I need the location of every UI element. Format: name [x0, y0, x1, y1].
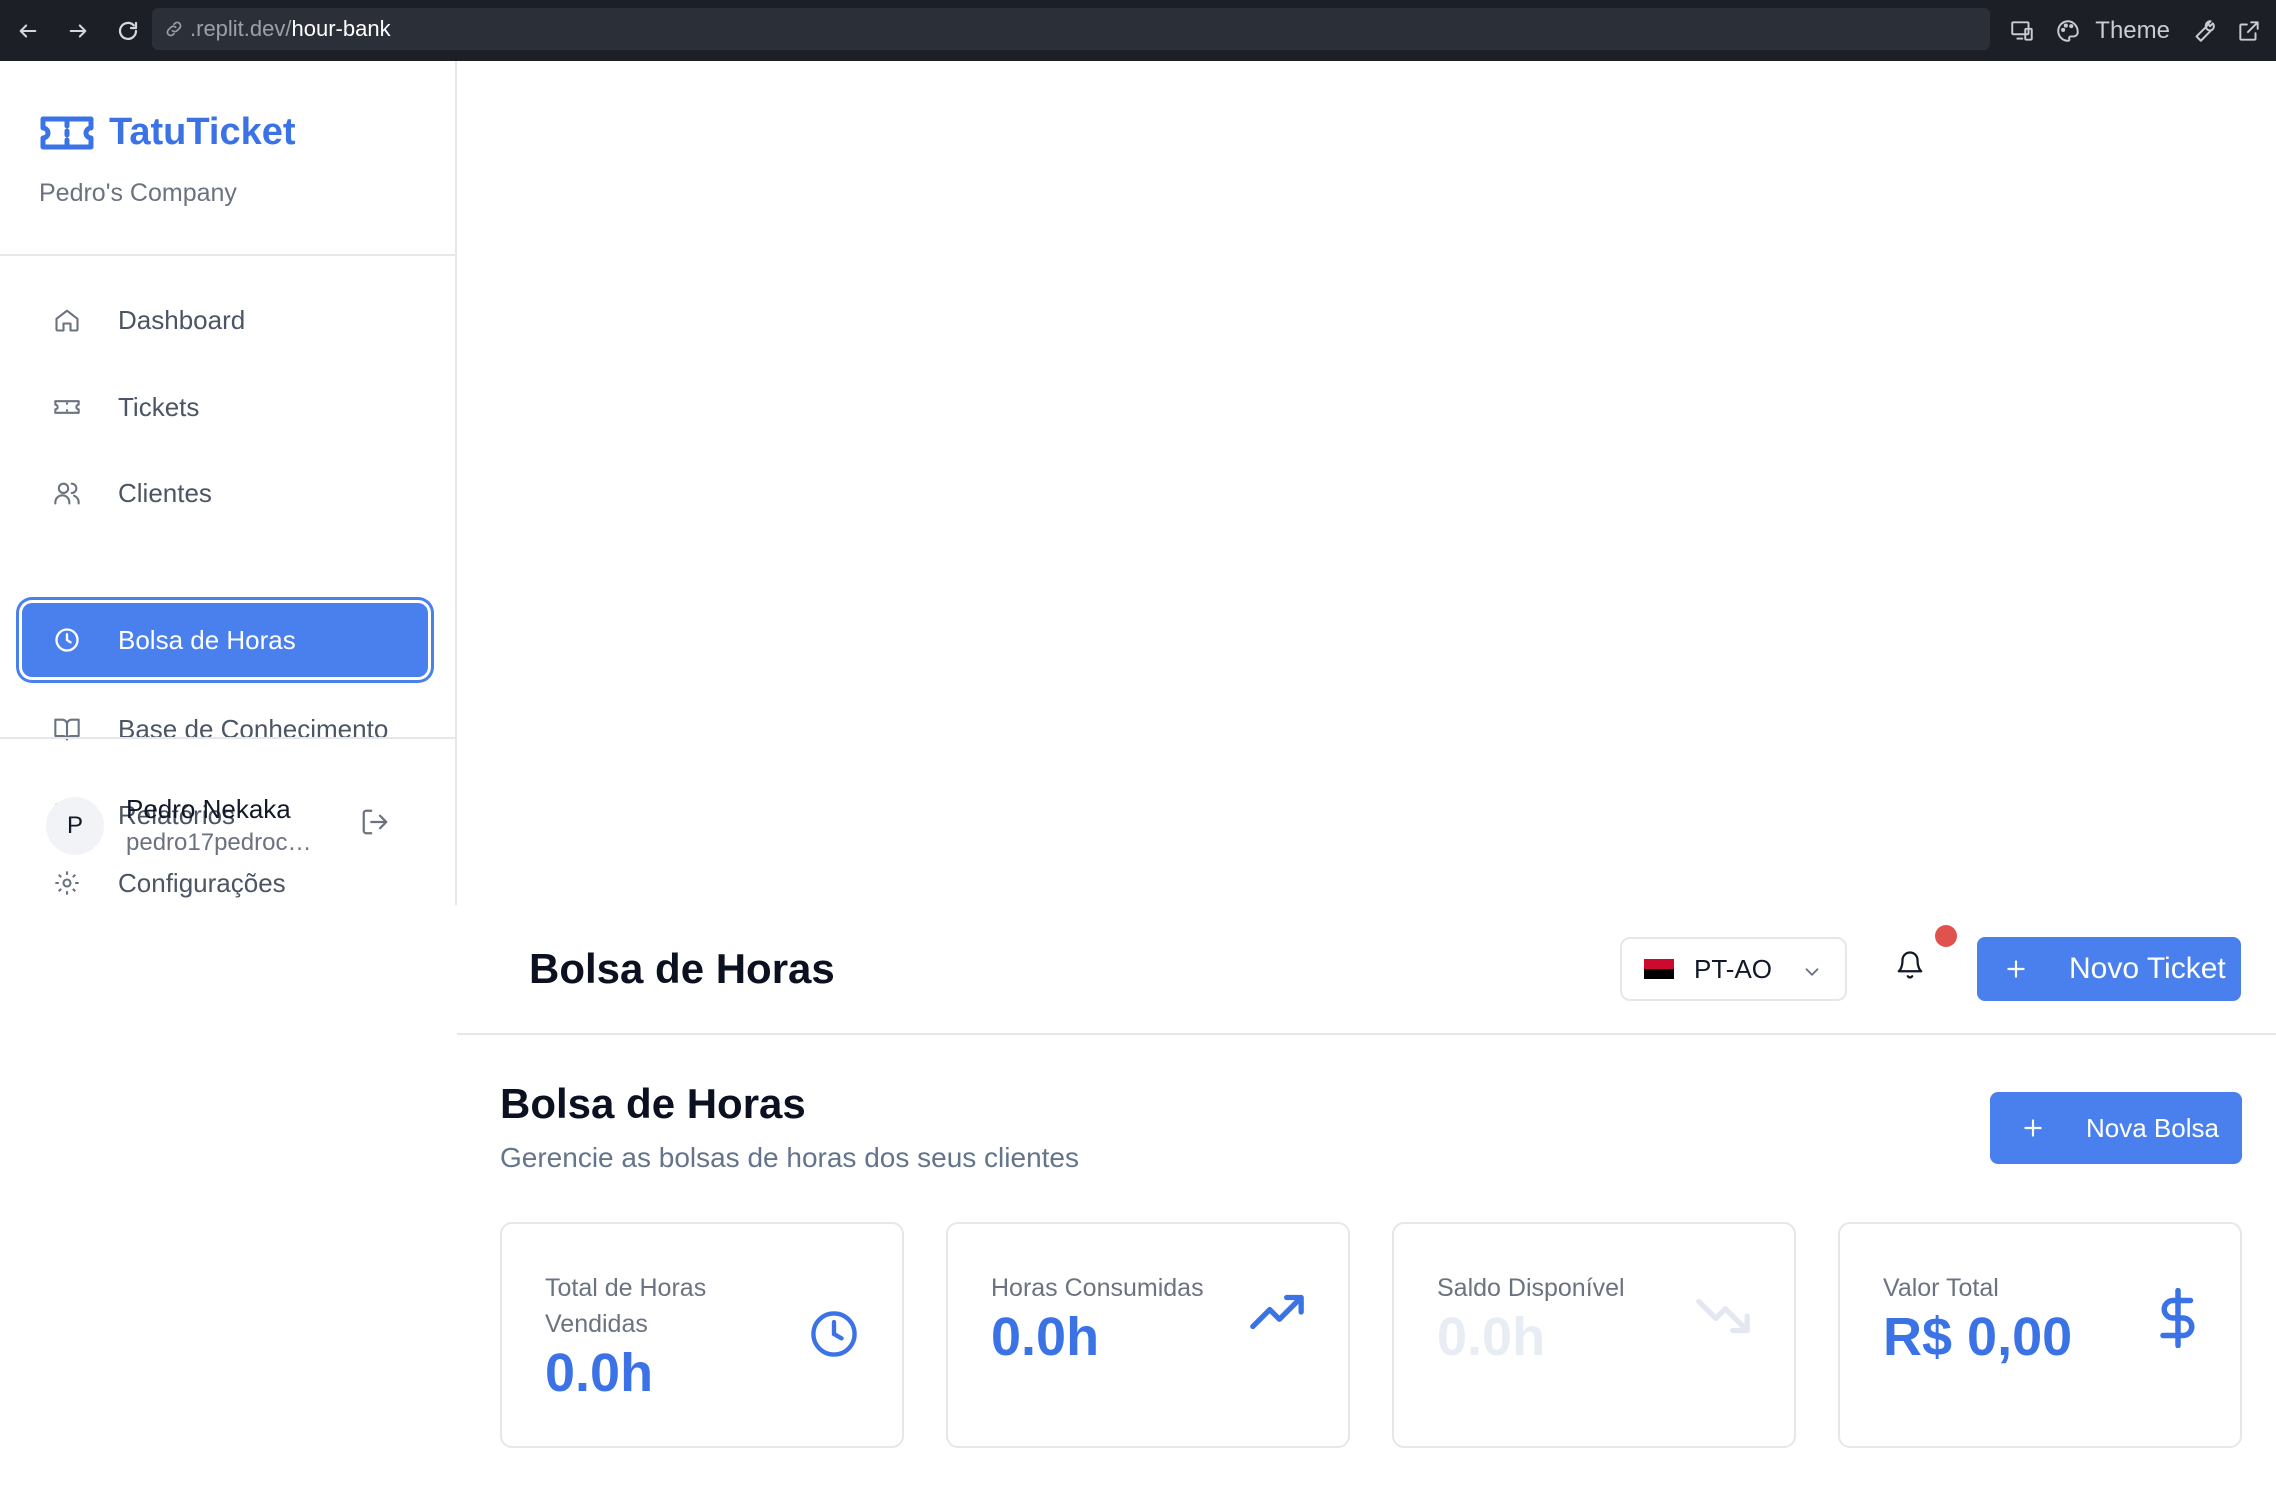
sidebar-item-clientes[interactable]: Clientes	[22, 456, 428, 530]
new-bag-button[interactable]: Nova Bolsa	[1990, 1092, 2242, 1164]
wrench-icon[interactable]	[2190, 18, 2216, 44]
url-path: hour-bank	[291, 16, 391, 41]
new-ticket-label: Novo Ticket	[2069, 952, 2226, 985]
new-bag-label: Nova Bolsa	[2086, 1112, 2219, 1143]
back-icon[interactable]	[14, 17, 42, 45]
brand[interactable]: TatuTicket	[39, 111, 296, 154]
trending-down-icon	[1694, 1296, 1752, 1341]
theme-label: Theme	[2095, 16, 2170, 44]
notification-badge	[1935, 925, 1957, 947]
stat-label: Saldo Disponível	[1437, 1274, 1625, 1302]
sidebar-item-bolsa-de-horas[interactable]: Bolsa de Horas	[22, 603, 428, 677]
browser-nav	[14, 17, 142, 45]
sidebar-item-tickets[interactable]: Tickets	[22, 370, 428, 444]
user-email: pedro17pedroc@...	[126, 829, 316, 856]
users-icon	[52, 478, 82, 508]
user-profile[interactable]: P Pedro Nekaka pedro17pedroc@...	[46, 794, 316, 857]
sidebar-item-label: Tickets	[118, 391, 200, 422]
angola-flag-icon	[1644, 959, 1674, 979]
external-link-icon[interactable]	[2236, 18, 2262, 44]
chevron-down-icon	[1801, 959, 1823, 990]
stat-value: 0.0h	[991, 1307, 1100, 1367]
palette-icon	[2055, 18, 2081, 44]
stat-card-total-hours: Total de Horas Vendidas 0.0h	[500, 1222, 904, 1448]
reload-icon[interactable]	[114, 17, 142, 45]
stat-value: 0.0h	[545, 1343, 654, 1403]
ticket-logo-icon	[39, 113, 95, 153]
user-name: Pedro Nekaka	[126, 794, 291, 824]
new-ticket-button[interactable]: Novo Ticket	[1977, 937, 2241, 1001]
forward-icon[interactable]	[64, 17, 92, 45]
divider	[0, 737, 457, 739]
plus-icon	[2020, 1115, 2046, 1141]
language-select[interactable]: PT-AO	[1620, 937, 1847, 1001]
sidebar-item-label: Bolsa de Horas	[118, 624, 296, 655]
logout-icon[interactable]	[360, 807, 390, 842]
user-info: Pedro Nekaka pedro17pedroc@...	[126, 794, 316, 857]
trending-up-icon	[1248, 1292, 1306, 1337]
company-name: Pedro's Company	[39, 179, 237, 207]
section-title: Bolsa de Horas	[500, 1080, 806, 1127]
home-icon	[52, 305, 82, 335]
stat-card-available-balance: Saldo Disponível 0.0h	[1392, 1222, 1796, 1448]
stat-card-consumed-hours: Horas Consumidas 0.0h	[946, 1222, 1350, 1448]
sidebar-item-label: Dashboard	[118, 304, 246, 335]
sidebar-item-dashboard[interactable]: Dashboard	[22, 283, 428, 357]
url-host: .replit.dev/	[190, 16, 292, 41]
sidebar-item-label: Base de Conhecimento	[118, 713, 389, 744]
dollar-icon	[2158, 1287, 2198, 1353]
stat-label: Horas Consumidas	[991, 1274, 1204, 1302]
book-icon	[52, 714, 82, 744]
sidebar-item-configuracoes[interactable]: Configurações	[22, 865, 428, 901]
sidebar-item-label: Clientes	[118, 477, 212, 508]
ticket-icon	[52, 392, 82, 422]
stat-card-total-value: Valor Total R$ 0,00	[1838, 1222, 2242, 1448]
browser-toolbar: .replit.dev/hour-bank Theme	[0, 0, 2276, 61]
stat-label: Total de Horas Vendidas	[545, 1274, 707, 1338]
sidebar-item-label: Configurações	[118, 867, 286, 898]
page-header: Bolsa de Horas PT-AO Novo Ticket	[457, 905, 2276, 1035]
sidebar-item-base-de-conhecimento[interactable]: Base de Conhecimento	[22, 692, 428, 766]
browser-actions: Theme	[2009, 0, 2262, 61]
clock-icon	[52, 625, 82, 655]
address-bar[interactable]: .replit.dev/hour-bank	[152, 8, 1990, 50]
avatar: P	[46, 796, 104, 855]
page-title: Bolsa de Horas	[529, 945, 835, 992]
bell-icon[interactable]	[1895, 949, 1925, 986]
divider	[0, 254, 457, 256]
stat-label: Valor Total	[1883, 1274, 1999, 1302]
devices-icon[interactable]	[2009, 18, 2035, 44]
language-value: PT-AO	[1694, 953, 1773, 984]
section-subtitle: Gerencie as bolsas de horas dos seus cli…	[500, 1142, 1079, 1173]
stat-value: R$ 0,00	[1883, 1307, 2073, 1367]
brand-name: TatuTicket	[109, 111, 296, 153]
plus-icon	[2003, 956, 2029, 982]
gear-icon	[52, 868, 82, 898]
theme-button[interactable]: Theme	[2055, 17, 2170, 45]
link-icon	[164, 19, 184, 39]
sidebar: TatuTicket Pedro's Company Dashboard Tic…	[0, 61, 457, 905]
stat-value: 0.0h	[1437, 1307, 1546, 1367]
clock-icon	[808, 1308, 860, 1365]
